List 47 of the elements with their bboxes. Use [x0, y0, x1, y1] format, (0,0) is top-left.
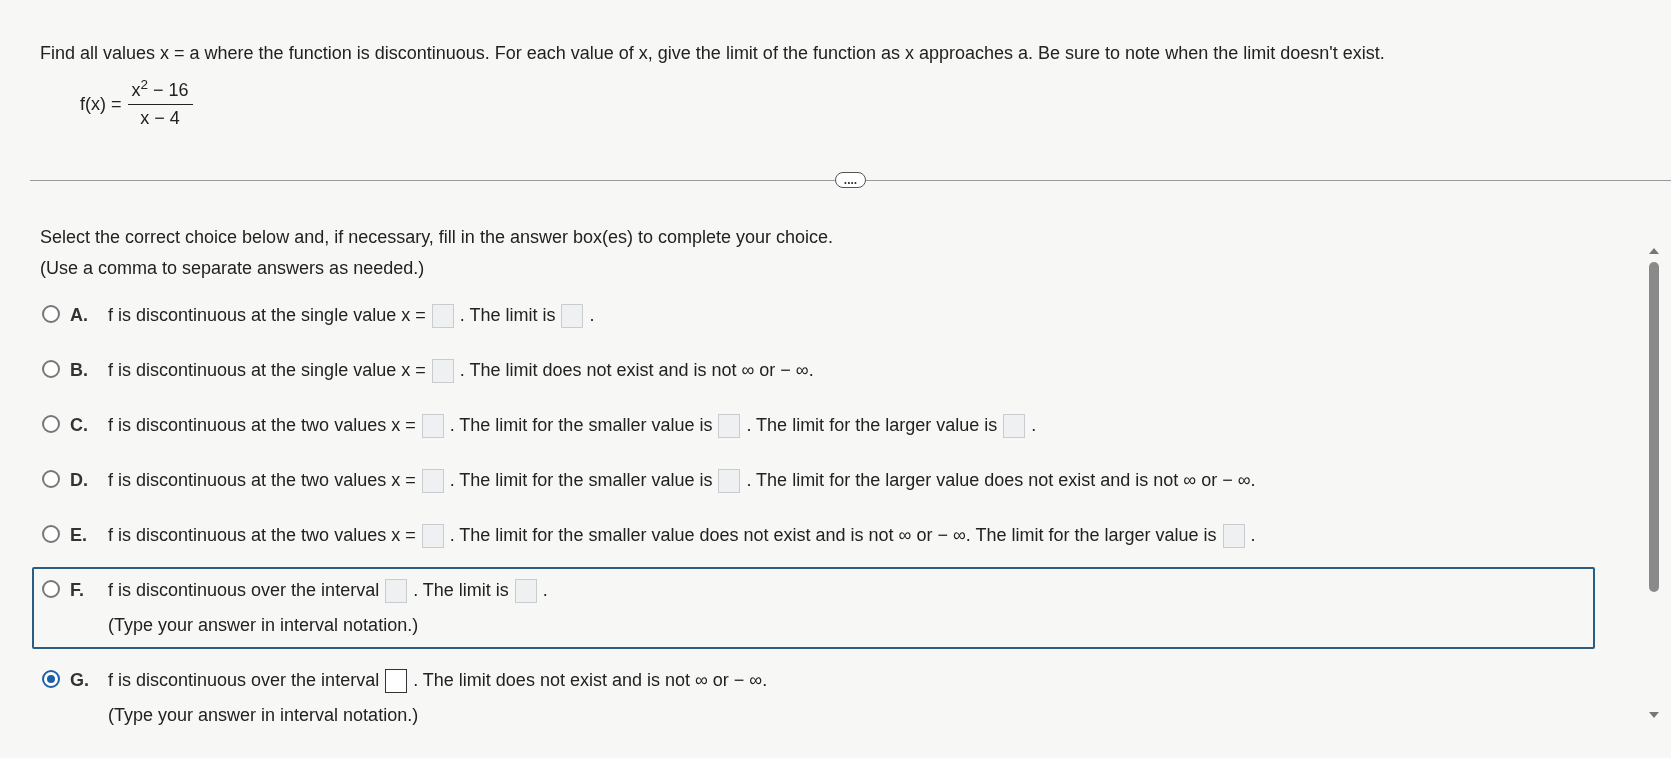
- choice-text: .: [542, 579, 548, 602]
- choice-letter: C.: [70, 414, 89, 437]
- choice-text: . The limit does not exist and is not ∞ or − ∞.: [459, 359, 814, 382]
- choice-note: (Type your answer in interval notation.): [108, 704, 420, 727]
- instruction-text: (Use a comma to separate answers as needed.): [39, 257, 426, 280]
- answer-box[interactable]: [385, 668, 408, 693]
- choice-text: f is discontinuous at the single value x =: [108, 304, 426, 327]
- choice-letter: E.: [70, 524, 88, 547]
- choice-letter: F.: [70, 579, 85, 602]
- choice-letter: A.: [70, 304, 89, 327]
- radio-button[interactable]: [42, 360, 60, 378]
- function-label: f(x) =: [80, 93, 122, 116]
- choice-letter: D.: [70, 469, 89, 492]
- choice-text: . The limit for the larger value is: [746, 414, 998, 437]
- choice-text: . The limit does not exist and is not ∞ or − ∞.: [413, 669, 768, 692]
- choice-note: (Type your answer in interval notation.): [108, 614, 420, 637]
- radio-button[interactable]: [42, 670, 60, 688]
- choice-text: .: [1031, 414, 1037, 437]
- instruction-text: Select the correct choice below and, if necessary, fill in the answer box(es) to complete your choice.: [39, 226, 835, 249]
- radio-button[interactable]: [42, 415, 60, 433]
- radio-button[interactable]: [42, 525, 60, 543]
- choice-text: . The limit is: [413, 579, 509, 602]
- scrollbar[interactable]: [1647, 248, 1661, 718]
- numerator: x$^{2}$ − 16: [127, 77, 193, 105]
- choice-text: . The limit for the smaller value is: [449, 414, 713, 437]
- choice-text: f is discontinuous at the two values x =: [108, 469, 416, 492]
- choice-text: . The limit for the smaller value does not exist and is not ∞ or − ∞. The limit for the larger value is: [449, 524, 1217, 547]
- choice-text: f is discontinuous at the two values x =: [108, 524, 416, 547]
- expand-button[interactable]: ....: [834, 172, 867, 188]
- choice-text: .: [1250, 524, 1256, 547]
- choice-text: f is discontinuous at the single value x =: [108, 359, 426, 382]
- choice-letter: B.: [70, 359, 89, 382]
- choice-letter: G.: [70, 669, 90, 692]
- radio-button[interactable]: [42, 580, 60, 598]
- scroll-up-icon[interactable]: [1649, 248, 1659, 254]
- scroll-down-icon[interactable]: [1649, 712, 1659, 718]
- choice-text: f is discontinuous over the interval: [108, 579, 380, 602]
- choice-text: . The limit for the smaller value is: [449, 469, 713, 492]
- choice-text: f is discontinuous over the interval: [108, 669, 380, 692]
- choice-text: .: [589, 304, 595, 327]
- question-text: Find all values x = a where the function is discontinuous. For each value of x, give the limit of the function as x approaches a. Be sure to note when the limit doesn't exist.: [40, 42, 1386, 65]
- choice-text: . The limit for the larger value does not exist and is not ∞ or − ∞.: [746, 469, 1256, 492]
- choice-text: . The limit is: [459, 304, 556, 327]
- radio-button[interactable]: [42, 305, 60, 323]
- radio-button[interactable]: [42, 470, 60, 488]
- denominator: x − 4: [140, 107, 180, 130]
- choice-text: f is discontinuous at the two values x =: [108, 414, 416, 437]
